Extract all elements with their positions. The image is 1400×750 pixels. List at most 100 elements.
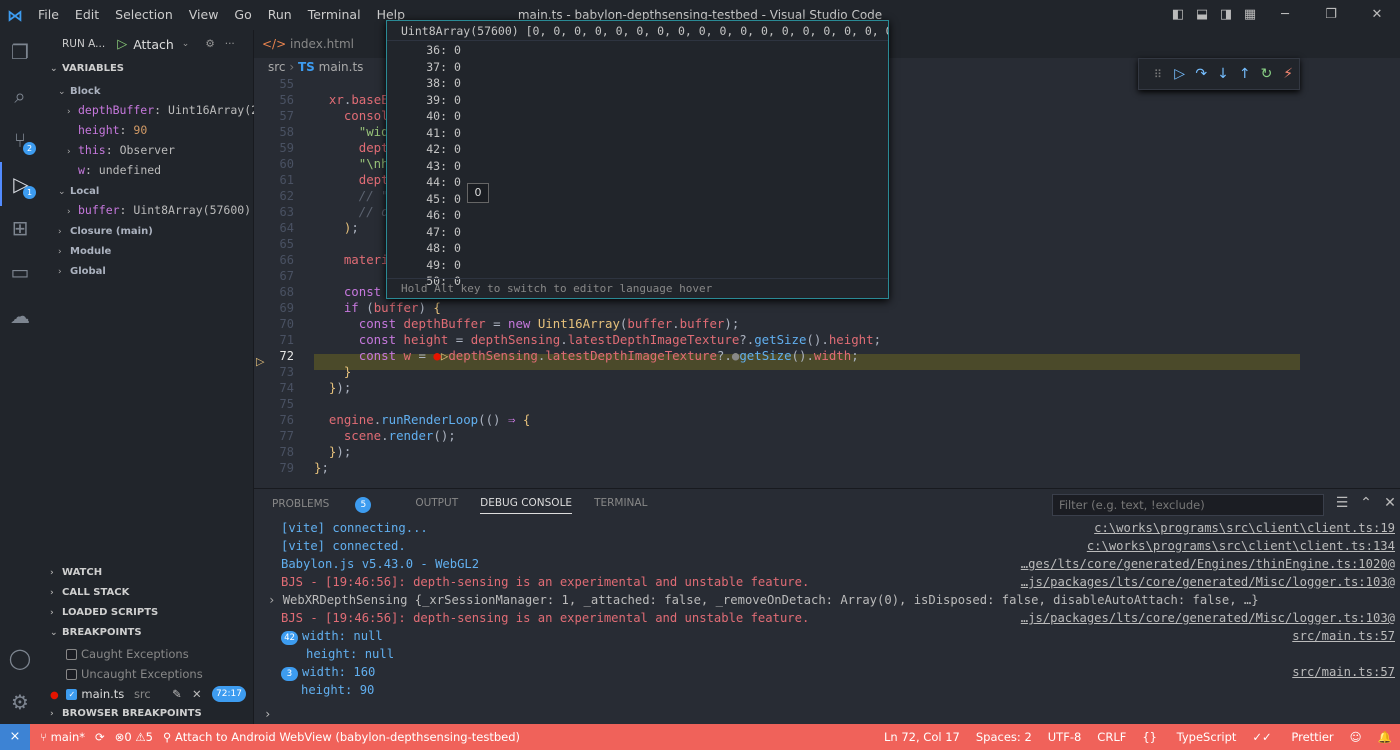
line-ending[interactable]: CRLF bbox=[1097, 730, 1126, 744]
code-line-63[interactable]: // d bbox=[314, 204, 389, 220]
code-line-64[interactable]: ); bbox=[314, 220, 359, 236]
hover-entry[interactable]: 48: 0 bbox=[387, 240, 888, 257]
code-line-71[interactable]: const height = depthSensing.latestDepthI… bbox=[314, 332, 881, 348]
var-this[interactable]: › this: Observer bbox=[40, 140, 254, 160]
expand-chevron-icon[interactable]: › bbox=[268, 593, 275, 607]
customize-layout-icon[interactable]: ▦ bbox=[1238, 0, 1262, 30]
scope-module[interactable]: › Module bbox=[40, 240, 254, 260]
extensions-icon[interactable]: ⊞ bbox=[0, 206, 40, 250]
notifications-icon[interactable]: 🔔 bbox=[1378, 730, 1392, 744]
callstack-section-header[interactable]: › CALL STACK bbox=[40, 583, 254, 603]
caught-exceptions-checkbox[interactable] bbox=[66, 649, 77, 660]
tab-debug-console[interactable]: DEBUG CONSOLE bbox=[480, 497, 573, 514]
hover-entry[interactable]: 39: 0 bbox=[387, 92, 888, 109]
open-launch-json-icon[interactable]: ⚙ bbox=[205, 38, 214, 50]
menu-edit[interactable]: Edit bbox=[67, 0, 107, 30]
problems-status[interactable]: ⊗0 ⚠5 bbox=[115, 730, 153, 744]
loaded-scripts-section-header[interactable]: › LOADED SCRIPTS bbox=[40, 603, 254, 623]
prettier-status[interactable]: ✓✓ Prettier bbox=[1252, 730, 1333, 744]
language-mode[interactable]: {} TypeScript bbox=[1142, 730, 1236, 744]
docker-icon[interactable]: ☁ bbox=[0, 294, 40, 338]
browser-breakpoints-section-header[interactable]: › BROWSER BREAKPOINTS bbox=[40, 704, 254, 724]
chevron-down-icon[interactable]: ⌄ bbox=[182, 39, 190, 49]
scope-local[interactable]: ⌄ Local bbox=[40, 180, 254, 200]
source-link[interactable]: c:\works\programs\src\client\client.ts:1… bbox=[1094, 519, 1395, 537]
restart-icon[interactable]: ↻ bbox=[1256, 66, 1278, 82]
code-line-73[interactable]: } bbox=[314, 364, 351, 380]
var-w[interactable]: w: undefined bbox=[40, 160, 254, 180]
source-control-icon[interactable]: ⑂ 2 bbox=[0, 118, 40, 162]
menu-run[interactable]: Run bbox=[260, 0, 300, 30]
hover-entry[interactable]: 43: 0 bbox=[387, 158, 888, 175]
scope-global[interactable]: › Global bbox=[40, 260, 254, 280]
source-link[interactable]: c:\works\programs\src\client\client.ts:1… bbox=[1087, 537, 1395, 555]
settings-gear-icon[interactable]: ⚙ bbox=[0, 680, 40, 724]
hover-entry[interactable]: 47: 0 bbox=[387, 224, 888, 241]
tab-index-html[interactable]: </> index.html bbox=[262, 30, 354, 58]
code-line-58[interactable]: "wid bbox=[314, 124, 389, 140]
tab-terminal[interactable]: TERMINAL bbox=[594, 497, 647, 514]
step-out-icon[interactable]: ↑ bbox=[1234, 66, 1256, 82]
var-depthbuffer[interactable]: ›depthBuffer: Uint16Array(2... bbox=[40, 100, 254, 120]
hover-entry[interactable]: 37: 0 bbox=[387, 59, 888, 76]
branch-status[interactable]: ⑂ main* bbox=[40, 730, 85, 744]
menu-file[interactable]: File bbox=[30, 0, 67, 30]
clear-console-icon[interactable]: ☰ bbox=[1330, 495, 1354, 511]
run-debug-icon[interactable]: ▷ 1 bbox=[0, 162, 40, 206]
explorer-icon[interactable]: ❐ bbox=[0, 30, 40, 74]
source-link[interactable]: src/main.ts:57 bbox=[1292, 663, 1395, 681]
close-window-icon[interactable]: ✕ bbox=[1354, 0, 1400, 30]
indentation[interactable]: Spaces: 2 bbox=[976, 730, 1032, 744]
code-line-60[interactable]: "\nh bbox=[314, 156, 389, 172]
code-line-76[interactable]: engine.runRenderLoop(() ⇒ { bbox=[314, 412, 530, 428]
remote-indicator-icon[interactable]: ⨯ bbox=[0, 724, 30, 750]
tab-output[interactable]: OUTPUT bbox=[415, 497, 458, 514]
maximize-panel-icon[interactable]: ⌃ bbox=[1354, 495, 1378, 511]
breadcrumb-folder[interactable]: src bbox=[268, 60, 286, 74]
more-actions-icon[interactable]: ··· bbox=[225, 38, 235, 50]
hover-entry[interactable]: 42: 0 bbox=[387, 141, 888, 158]
code-line-56[interactable]: xr.baseE bbox=[314, 92, 389, 108]
accounts-icon[interactable]: ☺ bbox=[1350, 730, 1362, 744]
drag-handle-icon[interactable]: ⠿ bbox=[1147, 68, 1169, 81]
sync-icon[interactable]: ⟳ bbox=[95, 730, 105, 744]
code-line-70[interactable]: const depthBuffer = new Uint16Array(buff… bbox=[314, 316, 740, 332]
debug-config-select[interactable]: Attach bbox=[133, 37, 174, 52]
toggle-secondary-icon[interactable]: ◨ bbox=[1214, 0, 1238, 30]
close-panel-icon[interactable]: ✕ bbox=[1378, 495, 1400, 511]
menu-view[interactable]: View bbox=[181, 0, 227, 30]
hover-entry[interactable]: 41: 0 bbox=[387, 125, 888, 142]
variables-section-header[interactable]: ⌄ VARIABLES bbox=[40, 59, 254, 79]
code-line-62[interactable]: // " bbox=[314, 188, 389, 204]
console-object-line[interactable]: › WebXRDepthSensing {_xrSessionManager: … bbox=[268, 591, 1382, 609]
minimize-icon[interactable]: ─ bbox=[1262, 0, 1308, 30]
remote-explorer-icon[interactable]: ▭ bbox=[0, 250, 40, 294]
scope-closure[interactable]: › Closure (main) bbox=[40, 220, 254, 240]
search-icon[interactable]: ⌕ bbox=[0, 74, 40, 118]
tab-problems[interactable]: PROBLEMS 5 bbox=[272, 497, 393, 514]
var-height[interactable]: height: 90 bbox=[40, 120, 254, 140]
start-debugging-icon[interactable]: ▷ bbox=[117, 37, 127, 52]
hover-entry[interactable]: 46: 0 bbox=[387, 207, 888, 224]
hover-entry[interactable]: 45: 0 bbox=[387, 191, 888, 208]
restore-icon[interactable]: ❐ bbox=[1308, 0, 1354, 30]
step-over-icon[interactable]: ↷ bbox=[1190, 66, 1212, 82]
toggle-panel-icon[interactable]: ⬓ bbox=[1190, 0, 1214, 30]
remove-breakpoint-icon[interactable]: ✕ bbox=[192, 684, 202, 704]
source-link[interactable]: src/main.ts:57 bbox=[1292, 627, 1395, 645]
step-into-icon[interactable]: ↓ bbox=[1212, 66, 1234, 82]
code-line-79[interactable]: }; bbox=[314, 460, 329, 476]
edit-breakpoint-icon[interactable]: ✎ bbox=[172, 684, 182, 704]
continue-icon[interactable]: ▷ bbox=[1169, 66, 1191, 82]
debug-session-status[interactable]: ⚲ Attach to Android WebView (babylon-dep… bbox=[163, 730, 520, 744]
hover-entry[interactable]: 44: 0 bbox=[387, 174, 888, 191]
code-line-69[interactable]: if (buffer) { bbox=[314, 300, 441, 316]
code-line-61[interactable]: dept bbox=[314, 172, 389, 188]
code-line-66[interactable]: materi bbox=[314, 252, 389, 268]
var-buffer[interactable]: ›buffer: Uint8Array(57600) ... bbox=[40, 200, 254, 220]
hover-entry[interactable]: 49: 0 bbox=[387, 257, 888, 274]
uncaught-exceptions-checkbox[interactable] bbox=[66, 669, 77, 680]
code-line-59[interactable]: dept bbox=[314, 140, 389, 156]
code-line-57[interactable]: consol bbox=[314, 108, 389, 124]
account-icon[interactable]: ◯ bbox=[0, 636, 40, 680]
